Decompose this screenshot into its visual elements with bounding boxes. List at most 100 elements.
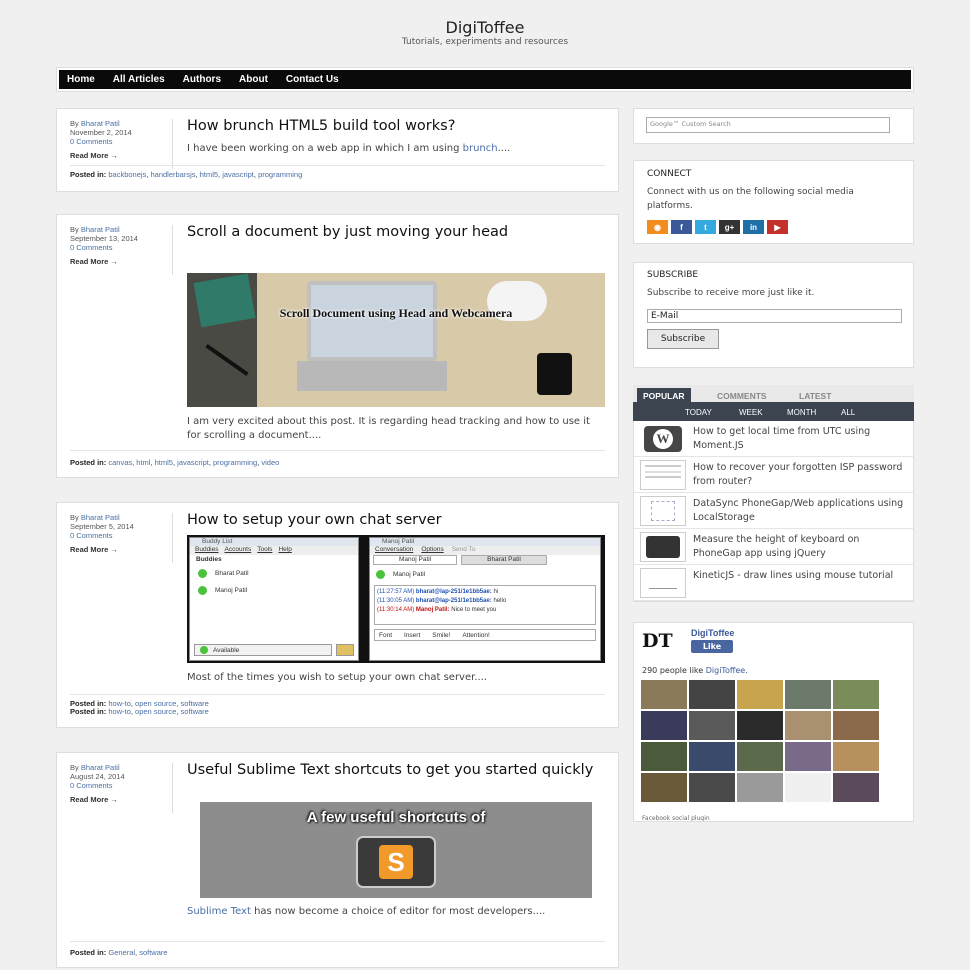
linkedin-icon[interactable]: in [743, 220, 764, 234]
tag-link[interactable]: javascript [222, 170, 254, 179]
site-title[interactable]: DigiToffee [0, 18, 970, 37]
avatar[interactable] [689, 680, 735, 709]
post-date: September 5, 2014 [70, 522, 134, 531]
image-caption: A few useful shortcuts of [306, 809, 486, 826]
googleplus-icon[interactable]: g+ [719, 220, 740, 234]
excerpt-link[interactable]: Sublime Text [187, 906, 251, 917]
avatar[interactable] [689, 742, 735, 771]
site-tagline: Tutorials, experiments and resources [401, 37, 569, 47]
tag-link[interactable]: javascript [177, 458, 209, 467]
post-title[interactable]: Scroll a document by just moving your he… [187, 225, 508, 240]
post-title[interactable]: How brunch HTML5 build tool works? [187, 119, 455, 134]
popular-link[interactable]: KineticJS - draw lines using mouse tutor… [693, 569, 908, 583]
tab-popular[interactable]: POPULAR [637, 388, 691, 404]
tag-link[interactable]: how-to [108, 707, 131, 716]
nav-about[interactable]: About [239, 74, 268, 85]
read-more-link[interactable]: Read More → [70, 795, 165, 804]
tag-link[interactable]: handlerbarsjs [150, 170, 195, 179]
popular-link[interactable]: How to get local time from UTC using Mom… [693, 425, 908, 453]
avatar[interactable] [833, 711, 879, 740]
rss-icon[interactable]: ◉ [647, 220, 668, 234]
excerpt-link[interactable]: brunch [463, 143, 498, 154]
tag-link[interactable]: software [181, 707, 209, 716]
tag-link[interactable]: canvas [108, 458, 132, 467]
search-input[interactable]: Google™ Custom Search [646, 117, 890, 133]
avatar[interactable] [785, 680, 831, 709]
tag-link[interactable]: programming [213, 458, 257, 467]
tag-link[interactable]: General [108, 948, 135, 957]
read-more-link[interactable]: Read More → [70, 545, 165, 554]
avatar[interactable] [737, 711, 783, 740]
nav-authors[interactable]: Authors [183, 74, 221, 85]
avatar[interactable] [737, 773, 783, 802]
tag-link[interactable]: html [136, 458, 150, 467]
author-link[interactable]: Bharat Patil [81, 513, 120, 522]
youtube-icon[interactable]: ▶ [767, 220, 788, 234]
avatar[interactable] [833, 773, 879, 802]
post-image[interactable]: Buddy List Buddies Accounts Tools Help Budd… [187, 535, 605, 663]
post-image[interactable]: Scroll Document using Head and Webcamera [187, 273, 605, 407]
popular-link[interactable]: How to recover your forgotten ISP passwo… [693, 461, 908, 489]
avatar[interactable] [785, 742, 831, 771]
subscribe-button[interactable]: Subscribe [647, 329, 719, 349]
avatar[interactable] [689, 773, 735, 802]
list-item[interactable]: W How to get local time from UTC using M… [634, 421, 913, 457]
fb-like-button[interactable]: Like [691, 640, 733, 653]
twitter-icon[interactable]: t [695, 220, 716, 234]
tag-link[interactable]: video [261, 458, 279, 467]
post-meta: By Bharat Patil September 5, 2014 0 Comm… [70, 513, 165, 554]
comments-link[interactable]: 0 Comments [70, 137, 113, 146]
tag-link[interactable]: html5 [155, 458, 173, 467]
subtab-today[interactable]: TODAY [685, 408, 712, 417]
fb-plugin-label[interactable]: Facebook social plugin [642, 815, 710, 821]
post-image[interactable]: A few useful shortcuts of S [200, 802, 592, 898]
comments-link[interactable]: 0 Comments [70, 781, 113, 790]
subtab-week[interactable]: WEEK [739, 408, 763, 417]
list-item[interactable]: DataSync PhoneGap/Web applications using… [634, 493, 913, 529]
avatar[interactable] [833, 680, 879, 709]
avatar[interactable] [737, 680, 783, 709]
facebook-icon[interactable]: f [671, 220, 692, 234]
avatar[interactable] [785, 711, 831, 740]
comments-link[interactable]: 0 Comments [70, 531, 113, 540]
avatar[interactable] [833, 742, 879, 771]
nav-contact[interactable]: Contact Us [286, 74, 339, 85]
author-link[interactable]: Bharat Patil [81, 225, 120, 234]
avatar[interactable] [641, 773, 687, 802]
wordpress-icon: W [640, 424, 686, 454]
read-more-link[interactable]: Read More → [70, 151, 165, 160]
tag-link[interactable]: programming [258, 170, 302, 179]
fb-page-name[interactable]: DigiToffee [691, 628, 734, 638]
nav-home[interactable]: Home [67, 74, 95, 85]
author-link[interactable]: Bharat Patil [81, 763, 120, 772]
post-title[interactable]: How to setup your own chat server [187, 513, 442, 528]
tag-link[interactable]: software [139, 948, 167, 957]
connect-text: Connect with us on the following social … [647, 187, 854, 211]
post-meta: By Bharat Patil August 24, 2014 0 Commen… [70, 763, 165, 804]
tab-comments[interactable]: COMMENTS [711, 388, 773, 404]
nav-all-articles[interactable]: All Articles [113, 74, 165, 85]
tab-latest[interactable]: LATEST [793, 388, 837, 404]
post-excerpt: Sublime Text has now become a choice of … [187, 906, 546, 917]
list-item[interactable]: How to recover your forgotten ISP passwo… [634, 457, 913, 493]
avatar[interactable] [641, 680, 687, 709]
avatar[interactable] [641, 711, 687, 740]
subtab-month[interactable]: MONTH [787, 408, 816, 417]
post-title[interactable]: Useful Sublime Text shortcuts to get you… [187, 763, 597, 778]
author-link[interactable]: Bharat Patil [81, 119, 120, 128]
avatar[interactable] [737, 742, 783, 771]
email-field[interactable]: E-Mail [647, 309, 902, 323]
popular-link[interactable]: DataSync PhoneGap/Web applications using… [693, 497, 908, 525]
popular-link[interactable]: Measure the height of keyboard on PhoneG… [693, 533, 908, 561]
avatar[interactable] [689, 711, 735, 740]
list-item[interactable]: KineticJS - draw lines using mouse tutor… [634, 565, 913, 601]
avatar[interactable] [641, 742, 687, 771]
tag-link[interactable]: html5 [200, 170, 218, 179]
tag-link[interactable]: open source [135, 707, 176, 716]
comments-link[interactable]: 0 Comments [70, 243, 113, 252]
avatar[interactable] [785, 773, 831, 802]
list-item[interactable]: Measure the height of keyboard on PhoneG… [634, 529, 913, 565]
read-more-link[interactable]: Read More → [70, 257, 165, 266]
subtab-all[interactable]: ALL [841, 408, 855, 417]
tag-link[interactable]: backbonejs [108, 170, 146, 179]
